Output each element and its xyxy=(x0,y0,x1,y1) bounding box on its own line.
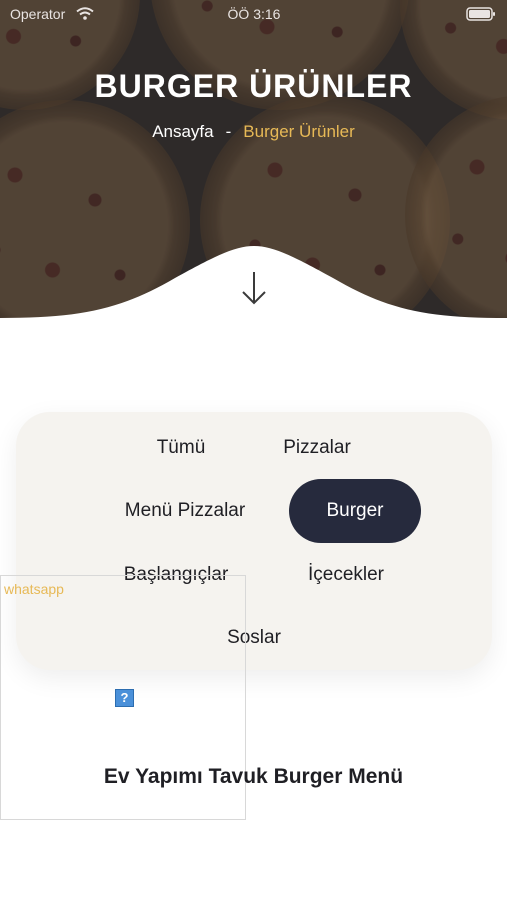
broken-image-icon: ? xyxy=(115,689,134,707)
category-tab-menu-pizzalar[interactable]: Menü Pizzalar xyxy=(114,498,256,524)
page-title: BURGER ÜRÜNLER xyxy=(94,68,413,104)
hero-banner: Operator ÖÖ 3:16 BURGER ÜRÜNLER Ansayfa -… xyxy=(0,0,507,318)
breadcrumb: Ansayfa - Burger Ürünler xyxy=(0,122,507,142)
breadcrumb-current: Burger Ürünler xyxy=(243,122,355,141)
category-tab-all[interactable]: Tümü xyxy=(142,435,220,461)
arrow-down-icon[interactable] xyxy=(240,270,268,306)
breadcrumb-home-link[interactable]: Ansayfa xyxy=(152,122,213,141)
status-bar: Operator ÖÖ 3:16 xyxy=(0,0,507,28)
breadcrumb-separator: - xyxy=(225,122,232,141)
category-tab-pizzalar[interactable]: Pizzalar xyxy=(272,435,362,461)
category-tab-burger[interactable]: Burger xyxy=(289,479,421,543)
status-time: ÖÖ 3:16 xyxy=(227,6,281,22)
wifi-icon xyxy=(76,7,94,20)
battery-icon xyxy=(466,7,495,21)
whatsapp-label[interactable]: whatsapp xyxy=(4,581,64,597)
carrier-label: Operator xyxy=(10,6,66,22)
product-title[interactable]: Ev Yapımı Tavuk Burger Menü xyxy=(0,765,507,789)
category-tab-icecekler[interactable]: İçecekler xyxy=(298,562,394,588)
